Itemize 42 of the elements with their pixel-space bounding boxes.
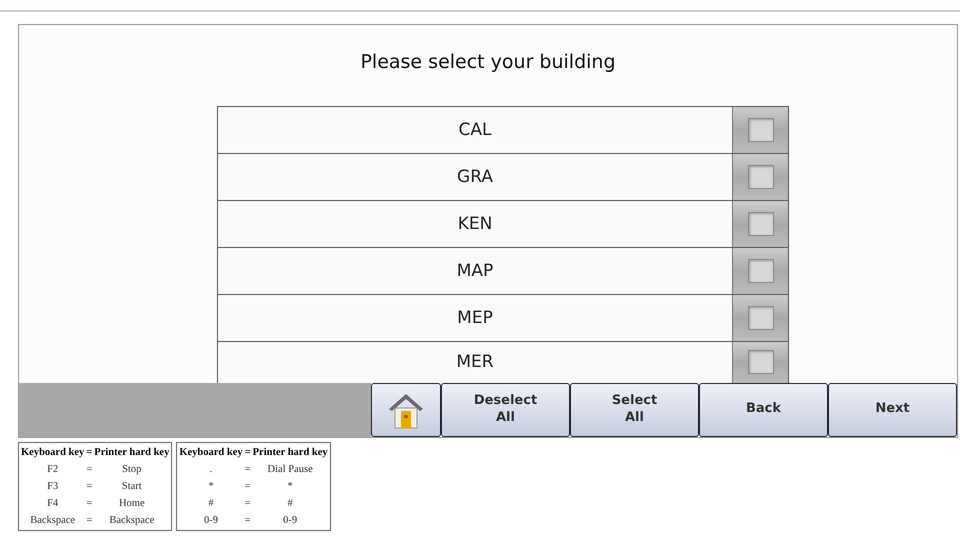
- table-cell-text: F3: [46, 480, 60, 494]
- table-cell-text: =: [86, 463, 92, 477]
- checkbox[interactable]: [748, 258, 774, 282]
- toolbar-button[interactable]: Back: [699, 382, 828, 437]
- toolbar-button[interactable]: Select All: [570, 382, 699, 437]
- table-header: =: [86, 446, 92, 460]
- table-cell-text: .: [208, 463, 214, 477]
- table-header: =: [244, 446, 251, 460]
- table-header: Printer hard key: [252, 446, 328, 460]
- table-header: Keyboard key: [179, 446, 243, 460]
- checkbox[interactable]: [748, 212, 774, 236]
- table-cell-text: Start: [120, 480, 143, 494]
- toolbar-button[interactable]: Deselect All: [441, 382, 570, 437]
- checkbox[interactable]: [748, 306, 774, 330]
- table-cell-text: F4: [46, 497, 60, 511]
- table-cell-text: F2: [46, 463, 60, 477]
- table-header: Printer hard key: [94, 446, 170, 460]
- home-button[interactable]: [371, 382, 441, 437]
- table-cell-text: =: [244, 514, 251, 528]
- table-cell-text: =: [244, 463, 251, 477]
- table-cell-text: #: [207, 497, 215, 511]
- table-header: Keyboard key: [21, 446, 84, 460]
- table-cell-text: =: [86, 514, 92, 528]
- table-cell-text: Stop: [121, 463, 142, 477]
- table-cell-text: Backspace: [108, 514, 156, 528]
- checkbox[interactable]: [748, 350, 774, 374]
- table-cell-text: *: [286, 480, 294, 494]
- table-cell-text: =: [244, 497, 251, 511]
- page-title: Please select your building: [360, 51, 616, 75]
- toolbar-button[interactable]: Next: [828, 382, 957, 437]
- table-cell-text: 0-9: [282, 514, 298, 528]
- table-cell-text: =: [244, 480, 251, 494]
- table-cell-text: =: [86, 497, 92, 511]
- table-cell-text: =: [86, 480, 92, 494]
- table-cell-text: *: [207, 480, 215, 494]
- table-cell-text: Dial Pause: [266, 463, 314, 477]
- table-cell-text: Backspace: [29, 514, 76, 528]
- checkbox[interactable]: [748, 164, 774, 188]
- checkbox[interactable]: [748, 118, 774, 142]
- table-cell-text: 0-9: [202, 514, 219, 528]
- table-cell-text: Home: [118, 497, 146, 511]
- table-cell-text: #: [286, 497, 294, 511]
